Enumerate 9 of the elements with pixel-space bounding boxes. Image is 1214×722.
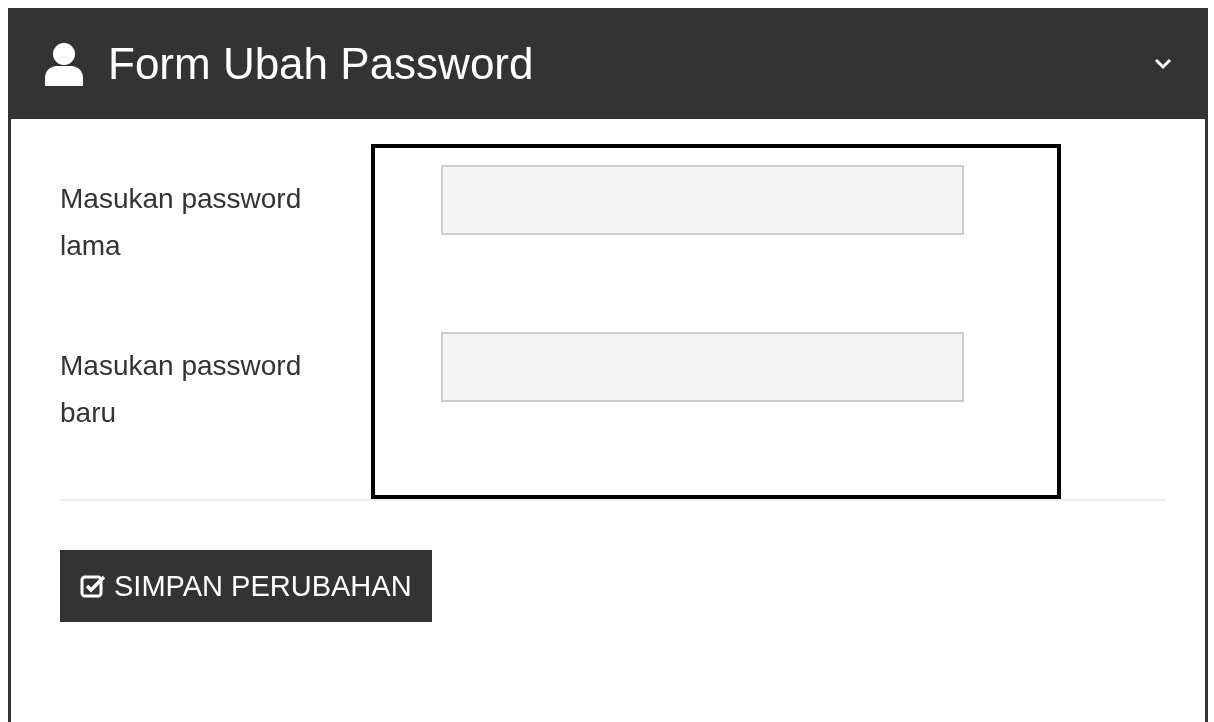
field-label: Masukan password baru [60, 349, 303, 430]
user-icon [44, 41, 84, 86]
checkbox-icon [80, 574, 106, 598]
password-field[interactable] [441, 332, 964, 402]
panel-title: Form Ubah Password [108, 38, 535, 89]
save-button[interactable]: SIMPAN PERUBAHAN [60, 550, 432, 622]
chevron-down-icon[interactable] [1154, 57, 1172, 70]
password-field[interactable] [441, 165, 964, 235]
field-label: Masukan password lama [60, 182, 303, 263]
